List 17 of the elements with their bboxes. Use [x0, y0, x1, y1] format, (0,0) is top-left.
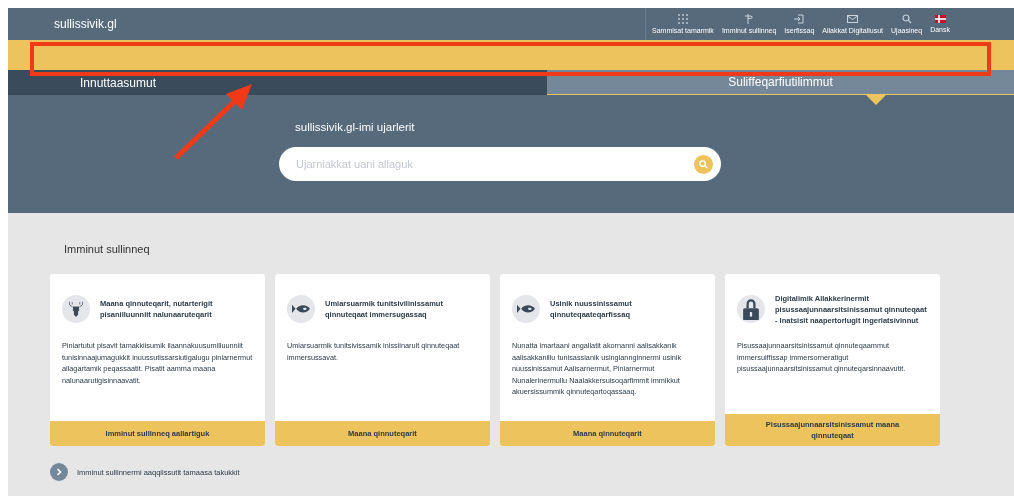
grid-icon	[677, 14, 688, 24]
site-logo[interactable]: sullissivik.gl	[8, 8, 117, 40]
reindeer-icon	[67, 300, 85, 318]
search-icon	[901, 14, 912, 24]
chevron-icon	[50, 463, 68, 481]
signpost-icon	[744, 14, 755, 24]
section-heading: Imminut sullinneq	[64, 243, 151, 255]
fish-icon	[292, 304, 310, 314]
active-tab-indicator	[866, 95, 886, 105]
mail-icon	[847, 14, 859, 24]
flag-icon	[934, 15, 946, 23]
login-icon	[794, 14, 805, 24]
search-heading: sullissivik.gl-imi ujarlerit	[295, 121, 416, 133]
search-field[interactable]: Ujarniakkat uani allaguk	[279, 147, 721, 181]
search-icon	[699, 159, 708, 169]
fish-icon	[517, 304, 535, 314]
lock-icon	[742, 297, 760, 321]
